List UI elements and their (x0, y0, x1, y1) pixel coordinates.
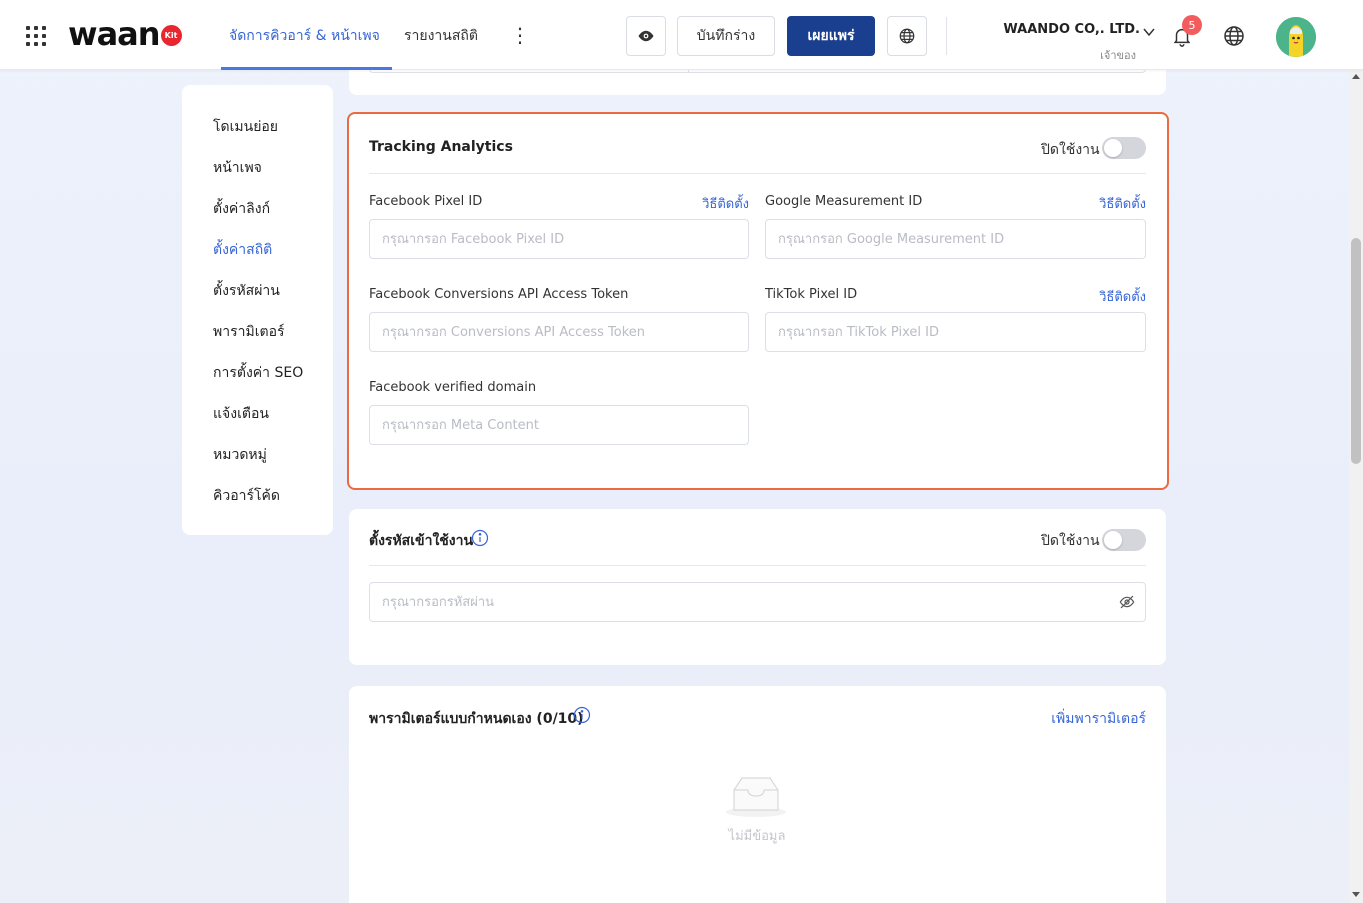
sidebar-item-link-settings[interactable]: ตั้งค่าลิงก์ (213, 198, 270, 220)
logo-badge: Kit (160, 24, 182, 46)
facebook-domain-input[interactable] (369, 405, 749, 445)
sidebar-item-qr-code[interactable]: คิวอาร์โค้ด (213, 485, 280, 507)
user-role: เจ้าของ (1100, 49, 1136, 62)
password-divider (369, 565, 1146, 566)
empty-inbox-icon (726, 777, 786, 817)
top-bar: waan Kit จัดการคิวอาร์ & หน้าเพจ รายงานส… (0, 0, 1363, 70)
scroll-down-arrow[interactable] (1352, 892, 1360, 897)
globe-icon (899, 28, 915, 44)
facebook-capi-label: Facebook Conversions API Access Token (369, 287, 629, 302)
tracking-divider (369, 173, 1146, 174)
facebook-pixel-input[interactable] (369, 219, 749, 259)
logo-text: waan (68, 15, 161, 53)
language-button[interactable] (887, 16, 927, 56)
header-divider (946, 17, 947, 55)
eye-icon (638, 30, 654, 42)
custom-parameters-title: พารามิเตอร์แบบกำหนดเอง (0/10) (369, 711, 584, 727)
company-name[interactable]: WAANDO CO,. LTD. (1000, 22, 1140, 37)
password-input[interactable] (369, 582, 1146, 622)
access-password-title: ตั้งรหัสเข้าใช้งาน (369, 533, 474, 549)
tiktok-pixel-input[interactable] (765, 312, 1146, 352)
tiktok-pixel-howto-link[interactable]: วิธีติดตั้ง (1086, 286, 1146, 307)
sidebar-item-parameters[interactable]: พารามิเตอร์ (213, 321, 285, 343)
tracking-toggle-label: ปิดใช้งาน (1041, 142, 1100, 158)
sidebar-item-password[interactable]: ตั้งรหัสผ่าน (213, 280, 280, 302)
access-password-card: ตั้งรหัสเข้าใช้งาน ปิดใช้งาน (349, 509, 1166, 665)
apps-grid-icon[interactable] (24, 24, 48, 48)
google-measurement-label: Google Measurement ID (765, 194, 923, 209)
avatar-character-icon (1276, 17, 1316, 57)
eye-off-icon[interactable] (1119, 594, 1135, 610)
scroll-up-arrow[interactable] (1352, 74, 1360, 79)
sidebar-item-seo[interactable]: การตั้งค่า SEO (213, 362, 303, 384)
preview-button[interactable] (626, 16, 666, 56)
custom-parameters-card: พารามิเตอร์แบบกำหนดเอง (0/10) เพิ่มพาราม… (349, 686, 1166, 903)
tiktok-pixel-label: TikTok Pixel ID (765, 287, 858, 302)
sidebar-item-subdomain[interactable]: โดเมนย่อย (213, 116, 278, 138)
publish-button[interactable]: เผยแพร่ (787, 16, 875, 56)
sidebar-item-notifications[interactable]: แจ้งเตือน (213, 403, 269, 425)
waankit-logo[interactable]: waan Kit (68, 16, 182, 52)
add-parameter-link[interactable]: เพิ่มพารามิเตอร์ (1026, 708, 1146, 730)
save-draft-button[interactable]: บันทึกร่าง (677, 16, 775, 56)
tab-manage-qr-pages[interactable]: จัดการคิวอาร์ & หน้าเพจ (221, 0, 392, 70)
sidebar-item-categories[interactable]: หมวดหมู่ (213, 444, 267, 466)
facebook-domain-label: Facebook verified domain (369, 380, 537, 395)
tracking-analytics-card: Tracking Analytics ปิดใช้งาน Facebook Pi… (347, 112, 1169, 490)
tracking-analytics-toggle[interactable] (1102, 137, 1146, 159)
page-scrollbar[interactable] (1349, 70, 1363, 903)
chevron-down-icon[interactable] (1142, 25, 1156, 39)
more-menu-icon[interactable]: ⋮ (510, 24, 530, 48)
sidebar-item-statistics-settings[interactable]: ตั้งค่าสถิติ (213, 239, 272, 261)
password-toggle-label: ปิดใช้งาน (1041, 533, 1100, 549)
facebook-pixel-howto-link[interactable]: วิธีติดตั้ง (689, 193, 749, 214)
globe-icon[interactable] (1222, 24, 1246, 48)
access-password-toggle[interactable] (1102, 529, 1146, 551)
notification-badge: 5 (1182, 15, 1202, 35)
empty-state-text: ไม่มีข้อมูล (728, 829, 786, 844)
sidebar-item-pages[interactable]: หน้าเพจ (213, 157, 262, 179)
google-measurement-howto-link[interactable]: วิธีติดตั้ง (1086, 193, 1146, 214)
facebook-capi-input[interactable] (369, 312, 749, 352)
settings-sidebar: โดเมนย่อย หน้าเพจ ตั้งค่าลิงก์ ตั้งค่าสถ… (182, 85, 333, 535)
scrollbar-thumb[interactable] (1351, 238, 1361, 464)
tracking-analytics-title: Tracking Analytics (369, 139, 513, 155)
facebook-pixel-label: Facebook Pixel ID (369, 194, 483, 209)
tab-statistics-report[interactable]: รายงานสถิติ (404, 0, 478, 70)
info-icon[interactable] (573, 706, 591, 724)
google-measurement-input[interactable] (765, 219, 1146, 259)
avatar[interactable] (1276, 17, 1316, 57)
info-icon[interactable] (471, 529, 489, 547)
